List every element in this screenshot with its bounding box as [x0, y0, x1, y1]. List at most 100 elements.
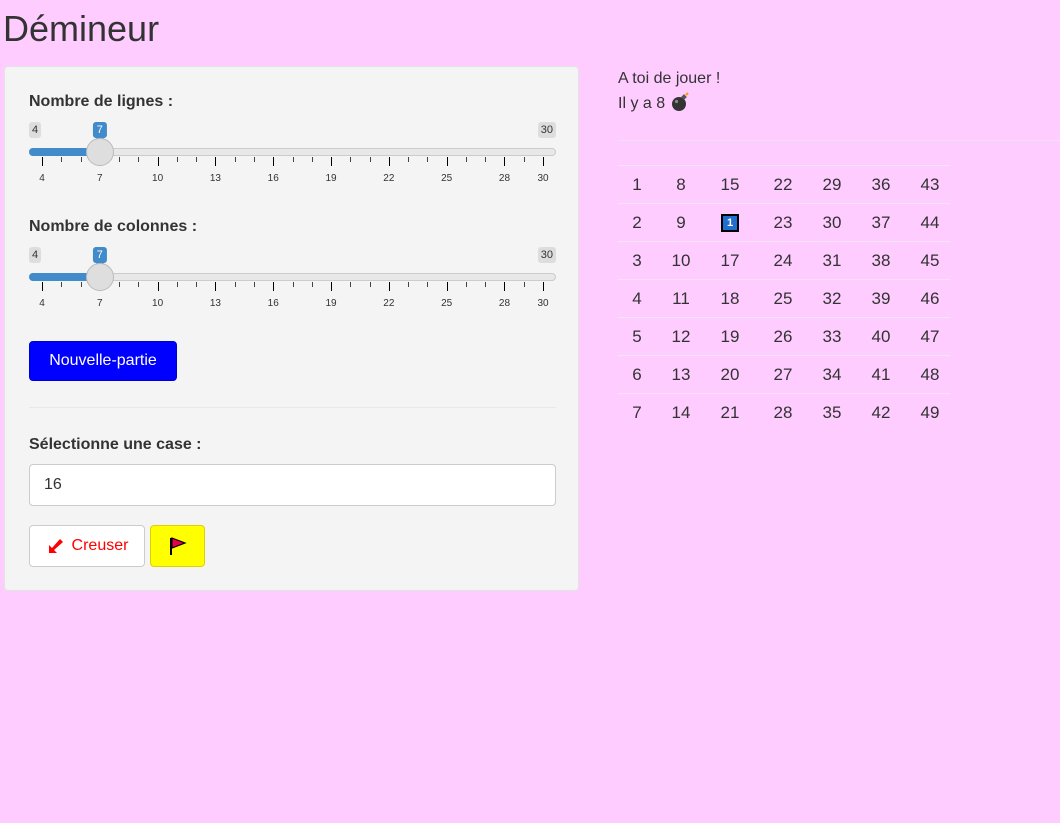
- grid-cell[interactable]: 43: [910, 165, 950, 204]
- grid-cell[interactable]: 20: [706, 355, 754, 394]
- grid-cell[interactable]: 35: [812, 393, 852, 432]
- slider-tick-label: 28: [498, 173, 511, 184]
- grid-cell[interactable]: 3: [618, 241, 656, 280]
- grid-cell[interactable]: 11: [656, 279, 706, 318]
- grid-cell[interactable]: 4: [618, 279, 656, 318]
- grid-cell[interactable]: 32: [812, 279, 852, 318]
- minefield-grid: 1 8 15 22 29 36 43 2 9 1 23 30 37 44 3 10 17 24 31 38 45 4 11 1…: [618, 165, 950, 432]
- grid-cell[interactable]: 25: [754, 279, 812, 318]
- grid-cell[interactable]: 31: [812, 241, 852, 280]
- dig-button[interactable]: Creuser: [29, 525, 145, 567]
- grid-cell[interactable]: 10: [656, 241, 706, 280]
- slider-tick-label: 13: [209, 173, 221, 184]
- grid-cell[interactable]: 42: [852, 393, 910, 432]
- grid-row: 3 10 17 24 31 38 45: [618, 241, 950, 280]
- rows-slider-min: 4: [29, 122, 42, 138]
- slider-tick-label: 19: [325, 173, 337, 184]
- grid-cell[interactable]: 22: [754, 165, 812, 204]
- slider-tick: [176, 282, 178, 287]
- grid-cell[interactable]: 28: [754, 393, 812, 432]
- grid-cell[interactable]: 47: [910, 317, 950, 356]
- slider-tick-label: 10: [152, 173, 164, 184]
- grid-cell[interactable]: 18: [706, 279, 754, 318]
- mines-count-text: Il y a 8: [618, 95, 666, 112]
- slider-tick-label: 19: [325, 298, 337, 309]
- slider-tick: [61, 282, 63, 287]
- grid-cell[interactable]: 27: [754, 355, 812, 394]
- grid-cell[interactable]: 40: [852, 317, 910, 356]
- slider-tick: [485, 282, 487, 287]
- grid-cell[interactable]: 44: [910, 203, 950, 242]
- grid-cell[interactable]: 13: [656, 355, 706, 394]
- rows-slider-value: 7: [92, 122, 107, 142]
- grid-cell[interactable]: 34: [812, 355, 852, 394]
- grid-cell[interactable]: 6: [618, 355, 656, 394]
- slider-tick: [234, 282, 236, 287]
- grid-cell[interactable]: 46: [910, 279, 950, 318]
- slider-tick: [273, 282, 275, 291]
- flag-icon: [169, 537, 187, 555]
- grid-row: 1 8 15 22 29 36 43: [618, 165, 950, 204]
- grid-cell[interactable]: 17: [706, 241, 754, 280]
- grid-cell[interactable]: 49: [910, 393, 950, 432]
- grid-cell[interactable]: 2: [618, 203, 656, 242]
- rows-slider-handle[interactable]: [85, 138, 114, 166]
- slider-tick: [253, 157, 255, 162]
- cols-slider-max: 30: [537, 247, 556, 263]
- flag-button[interactable]: [150, 525, 205, 567]
- slider-tick: [215, 157, 217, 166]
- grid-cell[interactable]: 33: [812, 317, 852, 356]
- grid-cell[interactable]: 48: [910, 355, 950, 394]
- slider-tick: [388, 282, 390, 291]
- grid-row: 5 12 19 26 33 40 47: [618, 317, 950, 356]
- grid-cell[interactable]: 45: [910, 241, 950, 280]
- rows-slider[interactable]: 4 30 7 4 7 10 13 16 19 22 25 28 30: [29, 122, 556, 192]
- slider-tick: [427, 157, 429, 162]
- slider-tick: [311, 157, 313, 162]
- grid-cell[interactable]: 7: [618, 393, 656, 432]
- slider-tick: [138, 157, 140, 162]
- slider-tick: [311, 282, 313, 287]
- grid-cell[interactable]: 5: [618, 317, 656, 356]
- grid-cell[interactable]: 9: [656, 203, 706, 242]
- grid-cell[interactable]: 15: [706, 165, 754, 204]
- grid-cell-revealed[interactable]: 1: [706, 203, 754, 242]
- grid-row: 6 13 20 27 34 41 48: [618, 355, 950, 394]
- slider-tick-label: 30: [537, 298, 549, 309]
- new-game-button[interactable]: Nouvelle-partie: [29, 341, 177, 381]
- slider-tick: [119, 157, 121, 162]
- slider-tick: [138, 282, 140, 287]
- grid-cell[interactable]: 36: [852, 165, 910, 204]
- grid-cell[interactable]: 29: [812, 165, 852, 204]
- grid-cell[interactable]: 30: [812, 203, 852, 242]
- grid-cell[interactable]: 39: [852, 279, 910, 318]
- slider-tick: [523, 282, 525, 287]
- grid-cell[interactable]: 41: [852, 355, 910, 394]
- slider-tick: [369, 282, 371, 287]
- cols-slider-value: 7: [92, 247, 107, 267]
- controls-panel: Nombre de lignes : 4 30 7 4 7 10 13 16 19 22 25…: [4, 66, 579, 591]
- slider-tick-label: 13: [209, 298, 221, 309]
- grid-cell[interactable]: 21: [706, 393, 754, 432]
- grid-cell[interactable]: 23: [754, 203, 812, 242]
- slider-tick-label: 22: [383, 173, 395, 184]
- cols-slider[interactable]: 4 30 7 4 7 10 13 16 19 22 25 28 30: [29, 247, 556, 317]
- dig-button-label: Creuser: [71, 537, 129, 554]
- slider-tick: [408, 157, 410, 162]
- grid-cell[interactable]: 8: [656, 165, 706, 204]
- grid-cell[interactable]: 24: [754, 241, 812, 280]
- grid-cell[interactable]: 37: [852, 203, 910, 242]
- grid-cell[interactable]: 19: [706, 317, 754, 356]
- grid-cell[interactable]: 1: [618, 165, 656, 204]
- slider-tick: [485, 157, 487, 162]
- cols-slider-handle[interactable]: [85, 263, 114, 291]
- grid-cell[interactable]: 38: [852, 241, 910, 280]
- grid-cell[interactable]: 14: [656, 393, 706, 432]
- slider-tick: [523, 157, 525, 162]
- grid-cell[interactable]: 26: [754, 317, 812, 356]
- grid-row: 2 9 1 23 30 37 44: [618, 203, 950, 242]
- cell-input[interactable]: [29, 464, 556, 506]
- slider-tick: [61, 157, 63, 162]
- grid-cell[interactable]: 12: [656, 317, 706, 356]
- slider-tick-label: 22: [383, 298, 395, 309]
